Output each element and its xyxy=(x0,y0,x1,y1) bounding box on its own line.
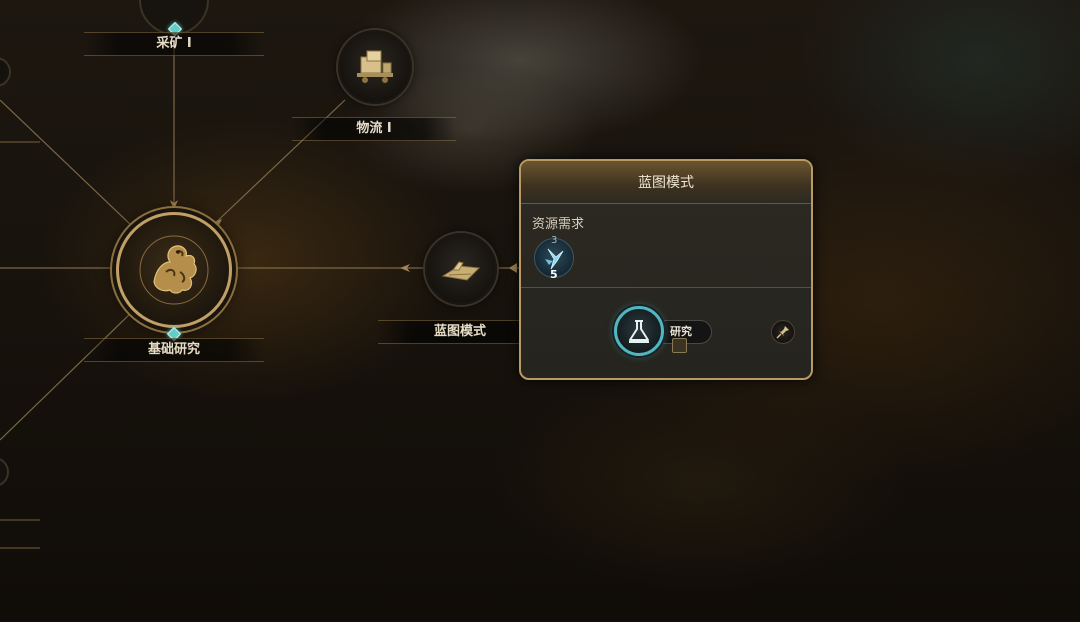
blueprint-node-label[interactable]: 蓝图模式 xyxy=(378,320,542,344)
resource-requirements-label: 资源需求 xyxy=(532,217,585,232)
basic-research-node[interactable] xyxy=(116,212,232,328)
logistics-node-label[interactable]: 物流 I xyxy=(292,117,456,141)
research-flask-icon xyxy=(614,306,664,356)
popup-divider xyxy=(521,287,811,288)
crate-cart-icon xyxy=(357,50,393,83)
tech-detail-popup: 蓝图模式 资源需求 3 5 研究 xyxy=(519,159,813,380)
resource-owned-count: 3 xyxy=(551,235,558,246)
pin-icon xyxy=(776,326,789,339)
resource-required-count: 5 xyxy=(550,268,558,281)
logistics-node[interactable] xyxy=(338,30,412,104)
research-button[interactable]: 研究 xyxy=(614,306,722,358)
blueprint-paper-icon xyxy=(441,261,481,281)
basic-research-node-label[interactable]: 基础研究 xyxy=(84,338,264,362)
dragon-emblem-icon xyxy=(139,235,209,305)
research-cost-icon xyxy=(672,338,687,353)
mining-node-label[interactable]: 采矿 I xyxy=(84,32,264,56)
blueprint-node[interactable] xyxy=(425,233,497,305)
popup-title: 蓝图模式 xyxy=(521,161,811,204)
pin-button[interactable] xyxy=(771,320,795,344)
